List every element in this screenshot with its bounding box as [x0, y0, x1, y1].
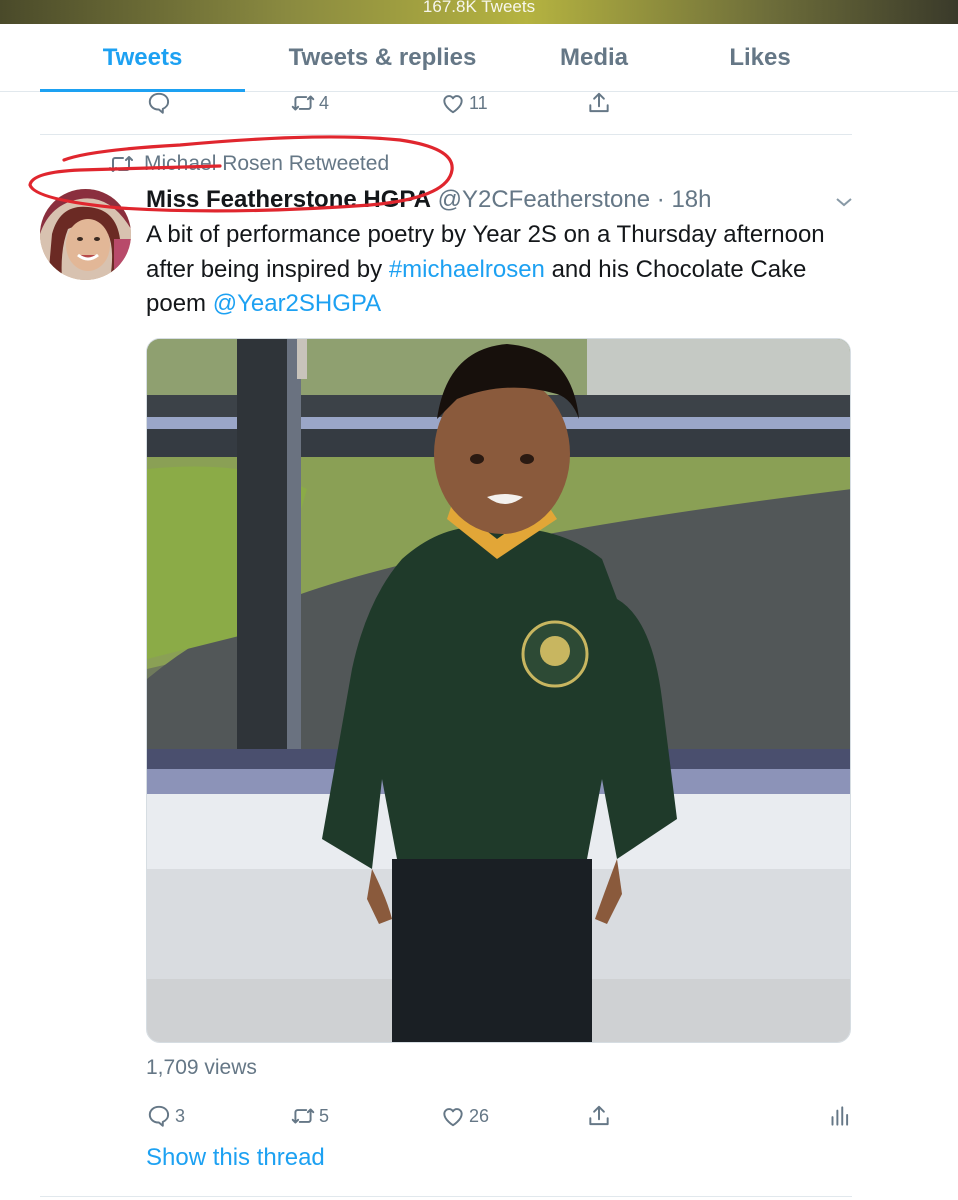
- divider: [40, 134, 852, 135]
- like-button[interactable]: 26: [440, 1103, 489, 1129]
- hashtag-link[interactable]: #michaelrosen: [389, 256, 545, 283]
- video-thumbnail: [147, 339, 850, 1042]
- like-icon: [443, 95, 463, 114]
- retweet-count: 4: [319, 92, 330, 113]
- avatar-image: [40, 189, 131, 280]
- tweet-time[interactable]: 18h: [671, 186, 711, 213]
- tweet-header: Miss Featherstone HGPA @Y2CFeatherstone …: [146, 184, 711, 216]
- reply-icon: [148, 92, 170, 114]
- retweet-button[interactable]: 4: [290, 90, 329, 116]
- retweet-count: 5: [319, 1105, 330, 1126]
- tab-tweets[interactable]: Tweets: [40, 24, 245, 92]
- like-icon: [443, 1108, 463, 1127]
- tweet-actions: 3 5 26: [0, 1103, 958, 1133]
- author-name[interactable]: Miss Featherstone HGPA: [146, 186, 431, 213]
- show-thread-link[interactable]: Show this thread: [146, 1144, 325, 1172]
- retweeted-by-label[interactable]: Michael Rosen Retweeted: [144, 152, 389, 176]
- reply-button[interactable]: [146, 90, 175, 116]
- like-button[interactable]: 11: [440, 90, 488, 116]
- avatar[interactable]: [40, 189, 131, 280]
- tweet-text: A bit of performance poetry by Year 2S o…: [146, 218, 846, 322]
- tweet-video[interactable]: [146, 338, 851, 1043]
- reply-icon: [148, 1105, 170, 1127]
- tab-likes[interactable]: Likes: [690, 24, 830, 92]
- author-handle[interactable]: @Y2CFeatherstone: [438, 186, 650, 213]
- share-button[interactable]: [586, 1103, 612, 1129]
- share-icon: [589, 92, 609, 113]
- view-count: 1,709 views: [146, 1056, 257, 1079]
- tweet-count: 167.8K Tweets: [422, 0, 536, 16]
- tweet-menu-button[interactable]: [832, 190, 856, 214]
- like-count: 11: [469, 92, 488, 113]
- mention-link[interactable]: @Year2SHGPA: [213, 290, 381, 317]
- reply-button[interactable]: 3: [146, 1103, 185, 1129]
- analytics-icon: [831, 1106, 849, 1126]
- analytics-button[interactable]: [826, 1103, 852, 1129]
- tab-media[interactable]: Media: [530, 24, 658, 92]
- share-icon: [589, 1105, 609, 1126]
- divider: [40, 1196, 852, 1197]
- retweet-icon: [109, 156, 133, 172]
- retweet-icon: [291, 1108, 315, 1124]
- previous-tweet-actions: 4 11: [0, 90, 958, 120]
- status-strip: 167.8K Tweets: [0, 0, 958, 24]
- profile-tabs: Tweets Tweets & replies Media Likes: [0, 24, 958, 92]
- tab-tweets-and-replies[interactable]: Tweets & replies: [270, 24, 495, 92]
- header-separator: ·: [650, 186, 672, 213]
- reply-count: 3: [175, 1105, 186, 1126]
- retweet-icon: [291, 95, 315, 111]
- chevron-down-icon: [836, 198, 852, 207]
- retweet-button[interactable]: 5: [290, 1103, 329, 1129]
- share-button[interactable]: [586, 90, 612, 116]
- retweeted-by: Michael Rosen Retweeted: [108, 152, 389, 176]
- like-count: 26: [469, 1105, 490, 1126]
